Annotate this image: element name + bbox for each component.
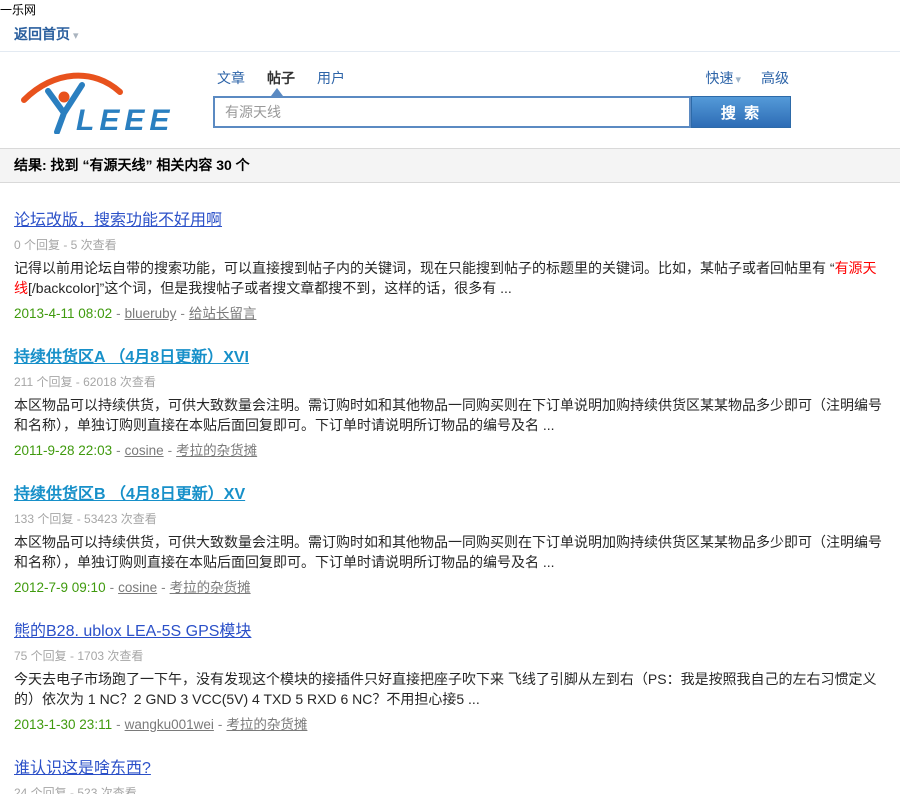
active-tab-pointer-icon xyxy=(271,88,283,96)
result-count-bar: 结果: 找到 “有源天线” 相关内容 30 个 xyxy=(0,148,900,183)
search-tabs-row: 文章 帖子 用户 快速▾ 高级 xyxy=(213,68,791,88)
chevron-down-icon: ▾ xyxy=(73,30,79,42)
chevron-down-icon: ▾ xyxy=(735,74,741,86)
separator: - xyxy=(218,717,223,732)
search-input[interactable] xyxy=(213,96,691,128)
result-item: 持续供货区B （4月8日更新）XV 133 个回复 - 53423 次查看 本区… xyxy=(14,480,886,596)
separator: - xyxy=(116,306,121,321)
result-author-link[interactable]: cosine xyxy=(118,580,157,595)
snippet-text: 今天去电子市场跑了一下午，没有发现这个模块的接插件只好直接把座子吹下来 飞线了引… xyxy=(14,671,877,707)
back-home-label: 返回首页 xyxy=(14,26,70,42)
result-item: 论坛改版，搜索功能不好用啊 0 个回复 - 5 次查看 记得以前用论坛自带的搜索… xyxy=(14,206,886,322)
result-title-link[interactable]: 持续供货区A （4月8日更新）XVI xyxy=(14,349,249,366)
separator: - xyxy=(116,717,121,732)
site-title: 一乐网 xyxy=(0,0,900,18)
result-meta: 24 个回复 - 523 次查看 xyxy=(14,784,886,794)
search-button[interactable]: 搜 索 xyxy=(691,96,791,128)
snippet-text: [/backcolor]”这个词，但是我搜帖子或者搜文章都搜不到，这样的话，很多… xyxy=(28,280,512,296)
result-item: 持续供货区A （4月8日更新）XVI 211 个回复 - 62018 次查看 本… xyxy=(14,343,886,459)
result-meta: 211 个回复 - 62018 次查看 xyxy=(14,373,886,390)
result-author-link[interactable]: cosine xyxy=(125,443,164,458)
result-footer: 2013-4-11 08:02-blueruby-给站长留言 xyxy=(14,302,886,322)
result-category-link[interactable]: 考拉的杂货摊 xyxy=(226,717,307,732)
result-snippet: 今天去电子市场跑了一下午，没有发现这个模块的接插件只好直接把座子吹下来 飞线了引… xyxy=(14,669,886,709)
result-snippet: 记得以前用论坛自带的搜索功能，可以直接搜到帖子内的关键词，现在只能搜到帖子的标题… xyxy=(14,258,886,298)
result-category-link[interactable]: 考拉的杂货摊 xyxy=(170,580,251,595)
result-snippet: 本区物品可以持续供货，可供大致数量会注明。需订购时如和其他物品一同购买则在下订单… xyxy=(14,532,886,572)
quick-search-label: 快速 xyxy=(705,70,733,86)
separator: - xyxy=(168,443,173,458)
search-area: 文章 帖子 用户 快速▾ 高级 搜 索 xyxy=(213,68,791,128)
result-footer: 2011-9-28 22:03-cosine-考拉的杂货摊 xyxy=(14,439,886,459)
result-meta: 0 个回复 - 5 次查看 xyxy=(14,236,886,253)
result-title-link[interactable]: 持续供货区B （4月8日更新）XV xyxy=(14,486,245,503)
separator: - xyxy=(180,306,185,321)
result-category-link[interactable]: 给站长留言 xyxy=(189,306,257,321)
snippet-text: 本区物品可以持续供货，可供大致数量会注明。需订购时如和其他物品一同购买则在下订单… xyxy=(14,397,882,433)
search-header: LEEE 文章 帖子 用户 快速▾ 高级 搜 索 xyxy=(0,52,900,148)
logo-text: LEEE xyxy=(76,104,174,134)
tab-articles[interactable]: 文章 xyxy=(217,68,245,88)
result-snippet: 本区物品可以持续供货，可供大致数量会注明。需订购时如和其他物品一同购买则在下订单… xyxy=(14,395,886,435)
quick-search-link[interactable]: 快速▾ xyxy=(705,68,741,88)
tab-users[interactable]: 用户 xyxy=(317,68,345,88)
search-row: 搜 索 xyxy=(213,96,791,128)
advanced-search-link[interactable]: 高级 xyxy=(761,68,789,88)
result-item: 熊的B28. ublox LEA-5S GPS模块 75 个回复 - 1703 … xyxy=(14,617,886,733)
snippet-text: 记得以前用论坛自带的搜索功能，可以直接搜到帖子内的关键词，现在只能搜到帖子的标题… xyxy=(14,260,835,276)
result-title-link[interactable]: 熊的B28. ublox LEA-5S GPS模块 xyxy=(14,623,251,640)
result-date: 2013-4-11 08:02 xyxy=(14,306,112,321)
result-title-link[interactable]: 论坛改版，搜索功能不好用啊 xyxy=(14,212,222,229)
back-home-link[interactable]: 返回首页▾ xyxy=(14,26,79,42)
snippet-text: 本区物品可以持续供货，可供大致数量会注明。需订购时如和其他物品一同购买则在下订单… xyxy=(14,534,882,570)
yleee-logo: LEEE xyxy=(18,68,178,134)
result-author-link[interactable]: wangku001wei xyxy=(125,717,214,732)
result-category-link[interactable]: 考拉的杂货摊 xyxy=(176,443,257,458)
top-bar: 返回首页▾ xyxy=(0,18,900,52)
separator: - xyxy=(161,580,166,595)
logo-head-icon xyxy=(59,92,70,103)
result-title-link[interactable]: 谁认识这是啥东西? xyxy=(14,760,151,777)
result-author-link[interactable]: blueruby xyxy=(125,306,177,321)
search-mode-links: 快速▾ 高级 xyxy=(705,68,789,88)
result-footer: 2013-1-30 23:11-wangku001wei-考拉的杂货摊 xyxy=(14,713,886,733)
result-date: 2011-9-28 22:03 xyxy=(14,443,112,458)
result-footer: 2012-7-9 09:10-cosine-考拉的杂货摊 xyxy=(14,576,886,596)
result-meta: 75 个回复 - 1703 次查看 xyxy=(14,647,886,664)
separator: - xyxy=(116,443,121,458)
result-date: 2013-1-30 23:11 xyxy=(14,717,112,732)
result-date: 2012-7-9 09:10 xyxy=(14,580,106,595)
tab-posts[interactable]: 帖子 xyxy=(267,68,295,88)
search-tabs: 文章 帖子 用户 xyxy=(217,68,345,88)
result-meta: 133 个回复 - 53423 次查看 xyxy=(14,510,886,527)
search-results-list: 论坛改版，搜索功能不好用啊 0 个回复 - 5 次查看 记得以前用论坛自带的搜索… xyxy=(0,183,900,794)
result-item: 谁认识这是啥东西? 24 个回复 - 523 次查看 俺感觉象是有源天线... … xyxy=(14,754,886,794)
separator: - xyxy=(110,580,115,595)
